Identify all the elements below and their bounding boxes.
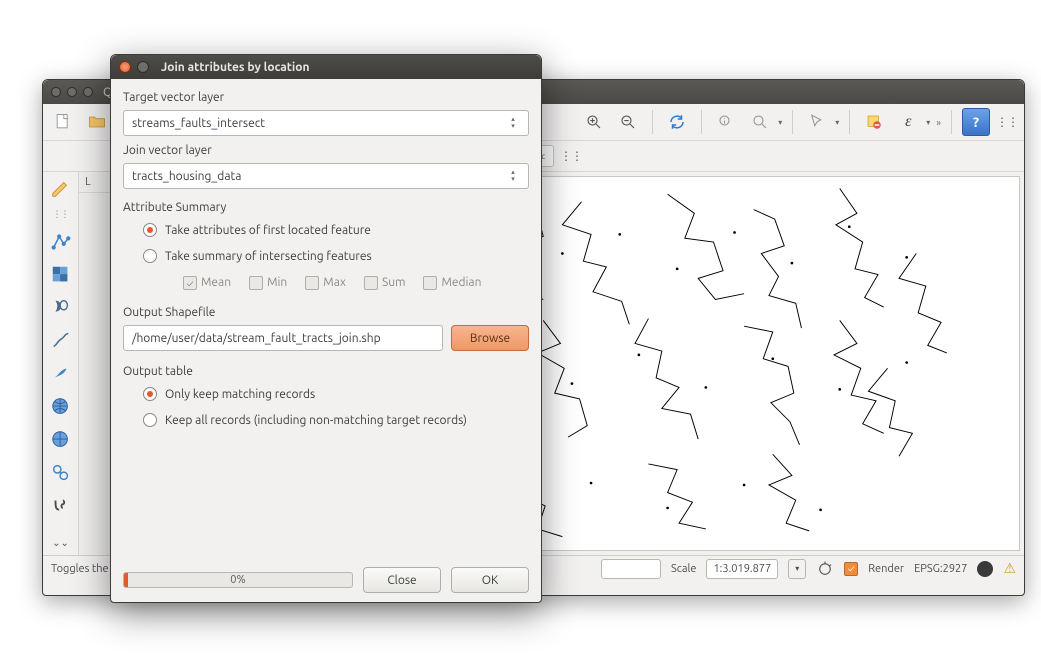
radio-take-summary[interactable]: Take summary of intersecting features <box>123 246 529 266</box>
dropdown-icon[interactable]: ▾ <box>835 118 839 127</box>
toolbar-overflow-icon[interactable]: » <box>936 117 941 128</box>
target-layer-value: streams_faults_intersect <box>132 117 265 130</box>
radio-icon[interactable] <box>143 249 157 263</box>
ok-button[interactable]: OK <box>451 567 529 593</box>
crs-icon[interactable] <box>977 561 993 577</box>
dialog-footer: 0% Close OK <box>111 558 541 602</box>
median-checkbox <box>423 276 437 290</box>
radio-first-located[interactable]: Take attributes of first located feature <box>123 220 529 240</box>
render-checkbox[interactable]: ✓ <box>844 562 858 576</box>
window-minimize-icon[interactable] <box>67 87 77 97</box>
dialog-titlebar[interactable]: Join attributes by location <box>111 55 541 79</box>
window-maximize-icon[interactable] <box>83 87 93 97</box>
spinner-icon[interactable]: ▴▾ <box>506 116 520 130</box>
progress-text: 0% <box>230 574 245 586</box>
toolbar-grip-icon: ⋮⋮ <box>560 149 582 163</box>
zoom-extent-button[interactable] <box>746 108 774 136</box>
new-file-button[interactable] <box>49 108 77 136</box>
add-wcs-layer-icon[interactable] <box>49 428 73 451</box>
coordinate-input[interactable] <box>601 559 661 579</box>
dialog-close-icon[interactable] <box>119 61 131 73</box>
expression-button[interactable]: ε <box>894 108 922 136</box>
max-checkbox <box>305 276 319 290</box>
add-delimited-text-icon[interactable] <box>49 494 73 517</box>
dialog-minimize-icon[interactable] <box>137 61 149 73</box>
join-layer-select[interactable]: tracts_housing_data ▴▾ <box>123 163 529 189</box>
open-folder-button[interactable] <box>83 108 111 136</box>
edit-tool-icon[interactable] <box>49 176 73 199</box>
mean-checkbox <box>183 276 197 290</box>
render-label: Render <box>868 563 904 575</box>
toolbar-grip-icon: ⋮⋮ <box>53 209 69 220</box>
zoom-out-button[interactable] <box>614 108 642 136</box>
add-wfs-layer-icon[interactable] <box>49 461 73 484</box>
status-hint: Toggles the e <box>51 563 117 575</box>
join-layer-label: Join vector layer <box>123 144 529 157</box>
select-tool-button[interactable] <box>803 108 831 136</box>
output-table-label: Output table <box>123 365 529 378</box>
radio-keep-matching[interactable]: Only keep matching records <box>123 384 529 404</box>
scale-label: Scale <box>671 563 696 575</box>
target-layer-label: Target vector layer <box>123 91 529 104</box>
scale-input[interactable]: 1:3.019.877 <box>706 559 778 579</box>
progress-fill <box>124 573 128 587</box>
help-button[interactable]: ? <box>962 108 990 136</box>
target-layer-select[interactable]: streams_faults_intersect ▴▾ <box>123 110 529 136</box>
radio-icon[interactable] <box>143 387 157 401</box>
rotation-icon[interactable] <box>816 560 834 578</box>
deselect-button[interactable] <box>860 108 888 136</box>
scale-dropdown-icon[interactable]: ▾ <box>788 559 806 579</box>
dropdown-icon[interactable]: ▾ <box>778 118 782 127</box>
window-close-icon[interactable] <box>51 87 61 97</box>
epsg-label[interactable]: EPSG:2927 <box>914 563 967 575</box>
progress-bar: 0% <box>123 572 353 588</box>
add-spatialite-layer-icon[interactable] <box>49 329 73 352</box>
left-toolbox: ⋮⋮ ⌄⌄ <box>43 172 79 555</box>
summary-stats-row: Mean Min Max Sum Median <box>123 276 529 290</box>
attribute-summary-label: Attribute Summary <box>123 201 529 214</box>
add-vector-layer-icon[interactable] <box>49 230 73 253</box>
toolbar-grip-icon: ⋮⋮ <box>996 115 1018 129</box>
browse-button[interactable]: Browse <box>451 325 529 351</box>
join-attributes-dialog: Join attributes by location Target vecto… <box>110 54 542 603</box>
messages-icon[interactable]: ⚠ <box>1003 560 1016 577</box>
output-path-input[interactable]: /home/user/data/stream_fault_tracts_join… <box>123 325 443 351</box>
min-checkbox <box>249 276 263 290</box>
refresh-button[interactable] <box>663 108 691 136</box>
add-mssql-layer-icon[interactable] <box>49 362 73 385</box>
radio-keep-all[interactable]: Keep all records (including non-matching… <box>123 410 529 430</box>
add-postgis-layer-icon[interactable] <box>49 296 73 319</box>
dropdown-icon[interactable]: ▾ <box>926 118 930 127</box>
identify-button[interactable] <box>712 108 740 136</box>
output-shapefile-label: Output Shapefile <box>123 306 529 319</box>
add-raster-layer-icon[interactable] <box>49 263 73 286</box>
add-wms-layer-icon[interactable] <box>49 395 73 418</box>
close-button[interactable]: Close <box>363 567 441 593</box>
spinner-icon[interactable]: ▴▾ <box>506 169 520 183</box>
toolbox-expand-icon[interactable]: ⌄⌄ <box>52 537 69 549</box>
zoom-in-button[interactable] <box>580 108 608 136</box>
radio-icon[interactable] <box>143 223 157 237</box>
dialog-title: Join attributes by location <box>161 61 309 74</box>
radio-icon[interactable] <box>143 413 157 427</box>
join-layer-value: tracts_housing_data <box>132 170 241 183</box>
sum-checkbox <box>364 276 378 290</box>
